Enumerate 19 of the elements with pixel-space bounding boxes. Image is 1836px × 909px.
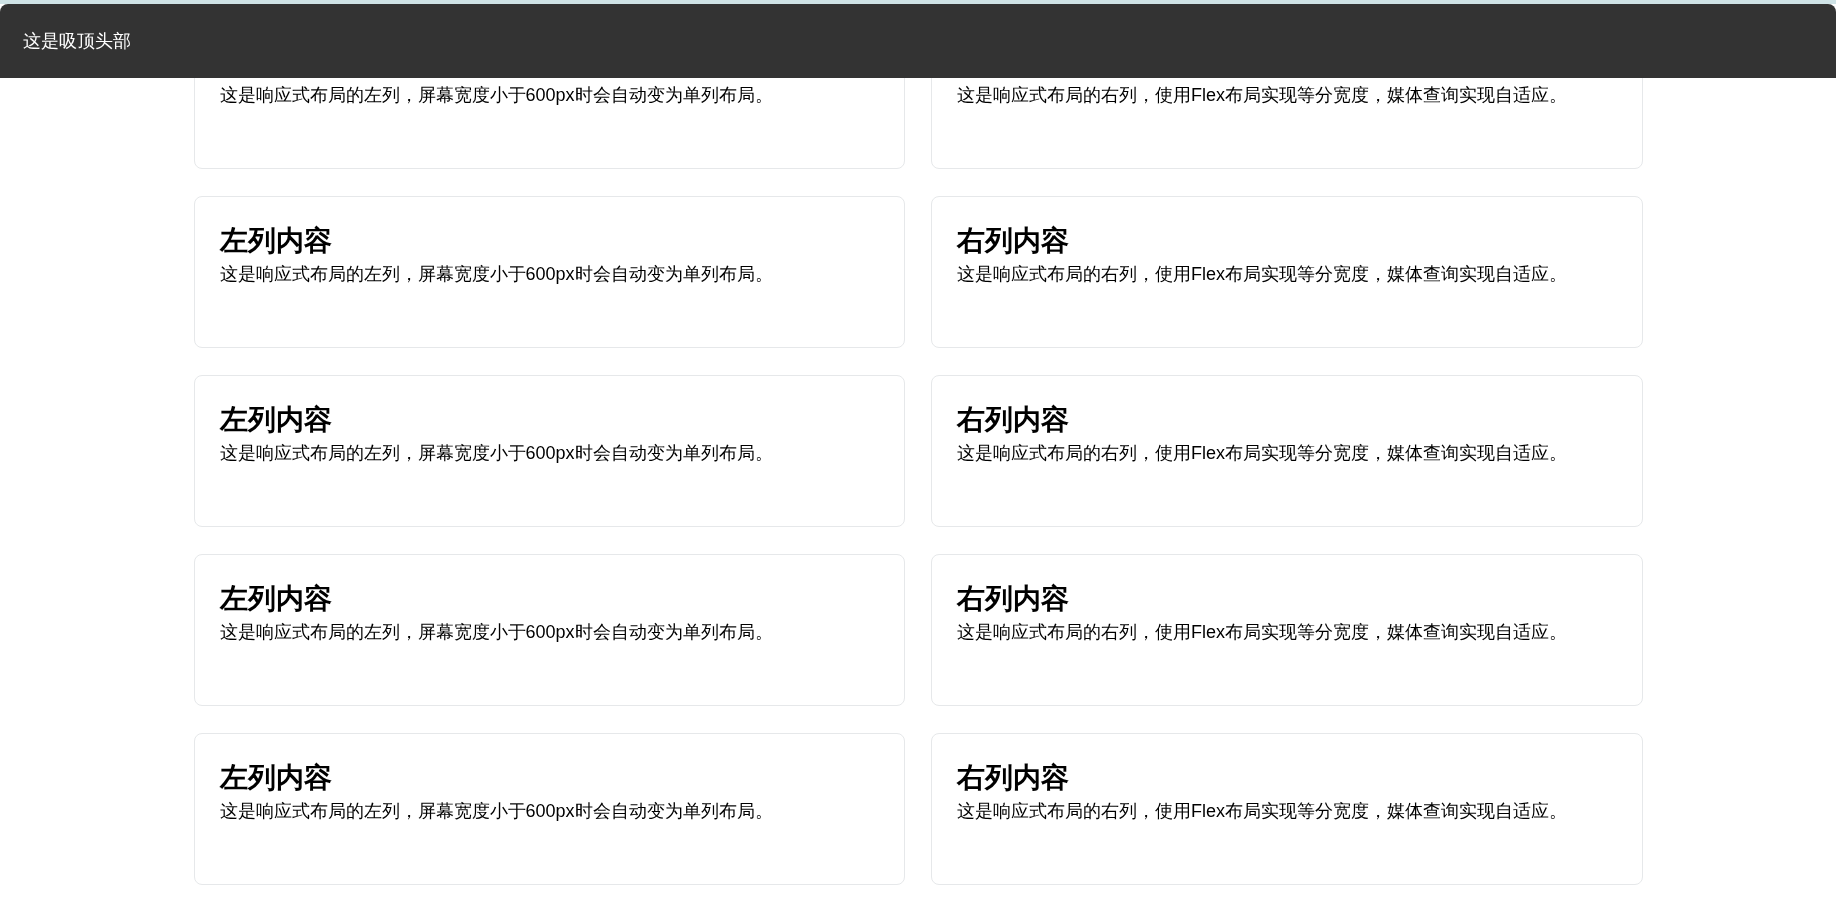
card-title: 左列内容 <box>219 582 332 616</box>
header-title: 这是吸顶头部 <box>23 29 131 53</box>
card-description: 这是响应式布局的左列，屏幕宽度小于600px时会自动变为单列布局。 <box>219 442 774 465</box>
card-title: 右列内容 <box>957 403 1069 437</box>
card-description: 这是响应式布局的右列，使用Flex布局实现等分宽度，媒体查询实现自适应。 <box>957 800 1568 823</box>
card-description: 这是响应式布局的右列，使用Flex布局实现等分宽度，媒体查询实现自适应。 <box>957 84 1568 107</box>
card-description: 这是响应式布局的左列，屏幕宽度小于600px时会自动变为单列布局。 <box>219 84 774 107</box>
card-title: 左列内容 <box>219 224 332 258</box>
card-title: 右列内容 <box>957 582 1069 616</box>
card-description: 这是响应式布局的左列，屏幕宽度小于600px时会自动变为单列布局。 <box>219 800 774 823</box>
card-title: 右列内容 <box>957 761 1069 795</box>
card-description: 这是响应式布局的右列，使用Flex布局实现等分宽度，媒体查询实现自适应。 <box>957 263 1568 286</box>
card-description: 这是响应式布局的右列，使用Flex布局实现等分宽度，媒体查询实现自适应。 <box>957 442 1568 465</box>
card-title: 左列内容 <box>219 761 332 795</box>
card-title: 左列内容 <box>219 403 332 437</box>
card-description: 这是响应式布局的左列，屏幕宽度小于600px时会自动变为单列布局。 <box>219 263 774 286</box>
card-description: 这是响应式布局的左列，屏幕宽度小于600px时会自动变为单列布局。 <box>219 621 774 644</box>
card-title: 右列内容 <box>957 224 1069 258</box>
card-description: 这是响应式布局的右列，使用Flex布局实现等分宽度，媒体查询实现自适应。 <box>957 621 1568 644</box>
